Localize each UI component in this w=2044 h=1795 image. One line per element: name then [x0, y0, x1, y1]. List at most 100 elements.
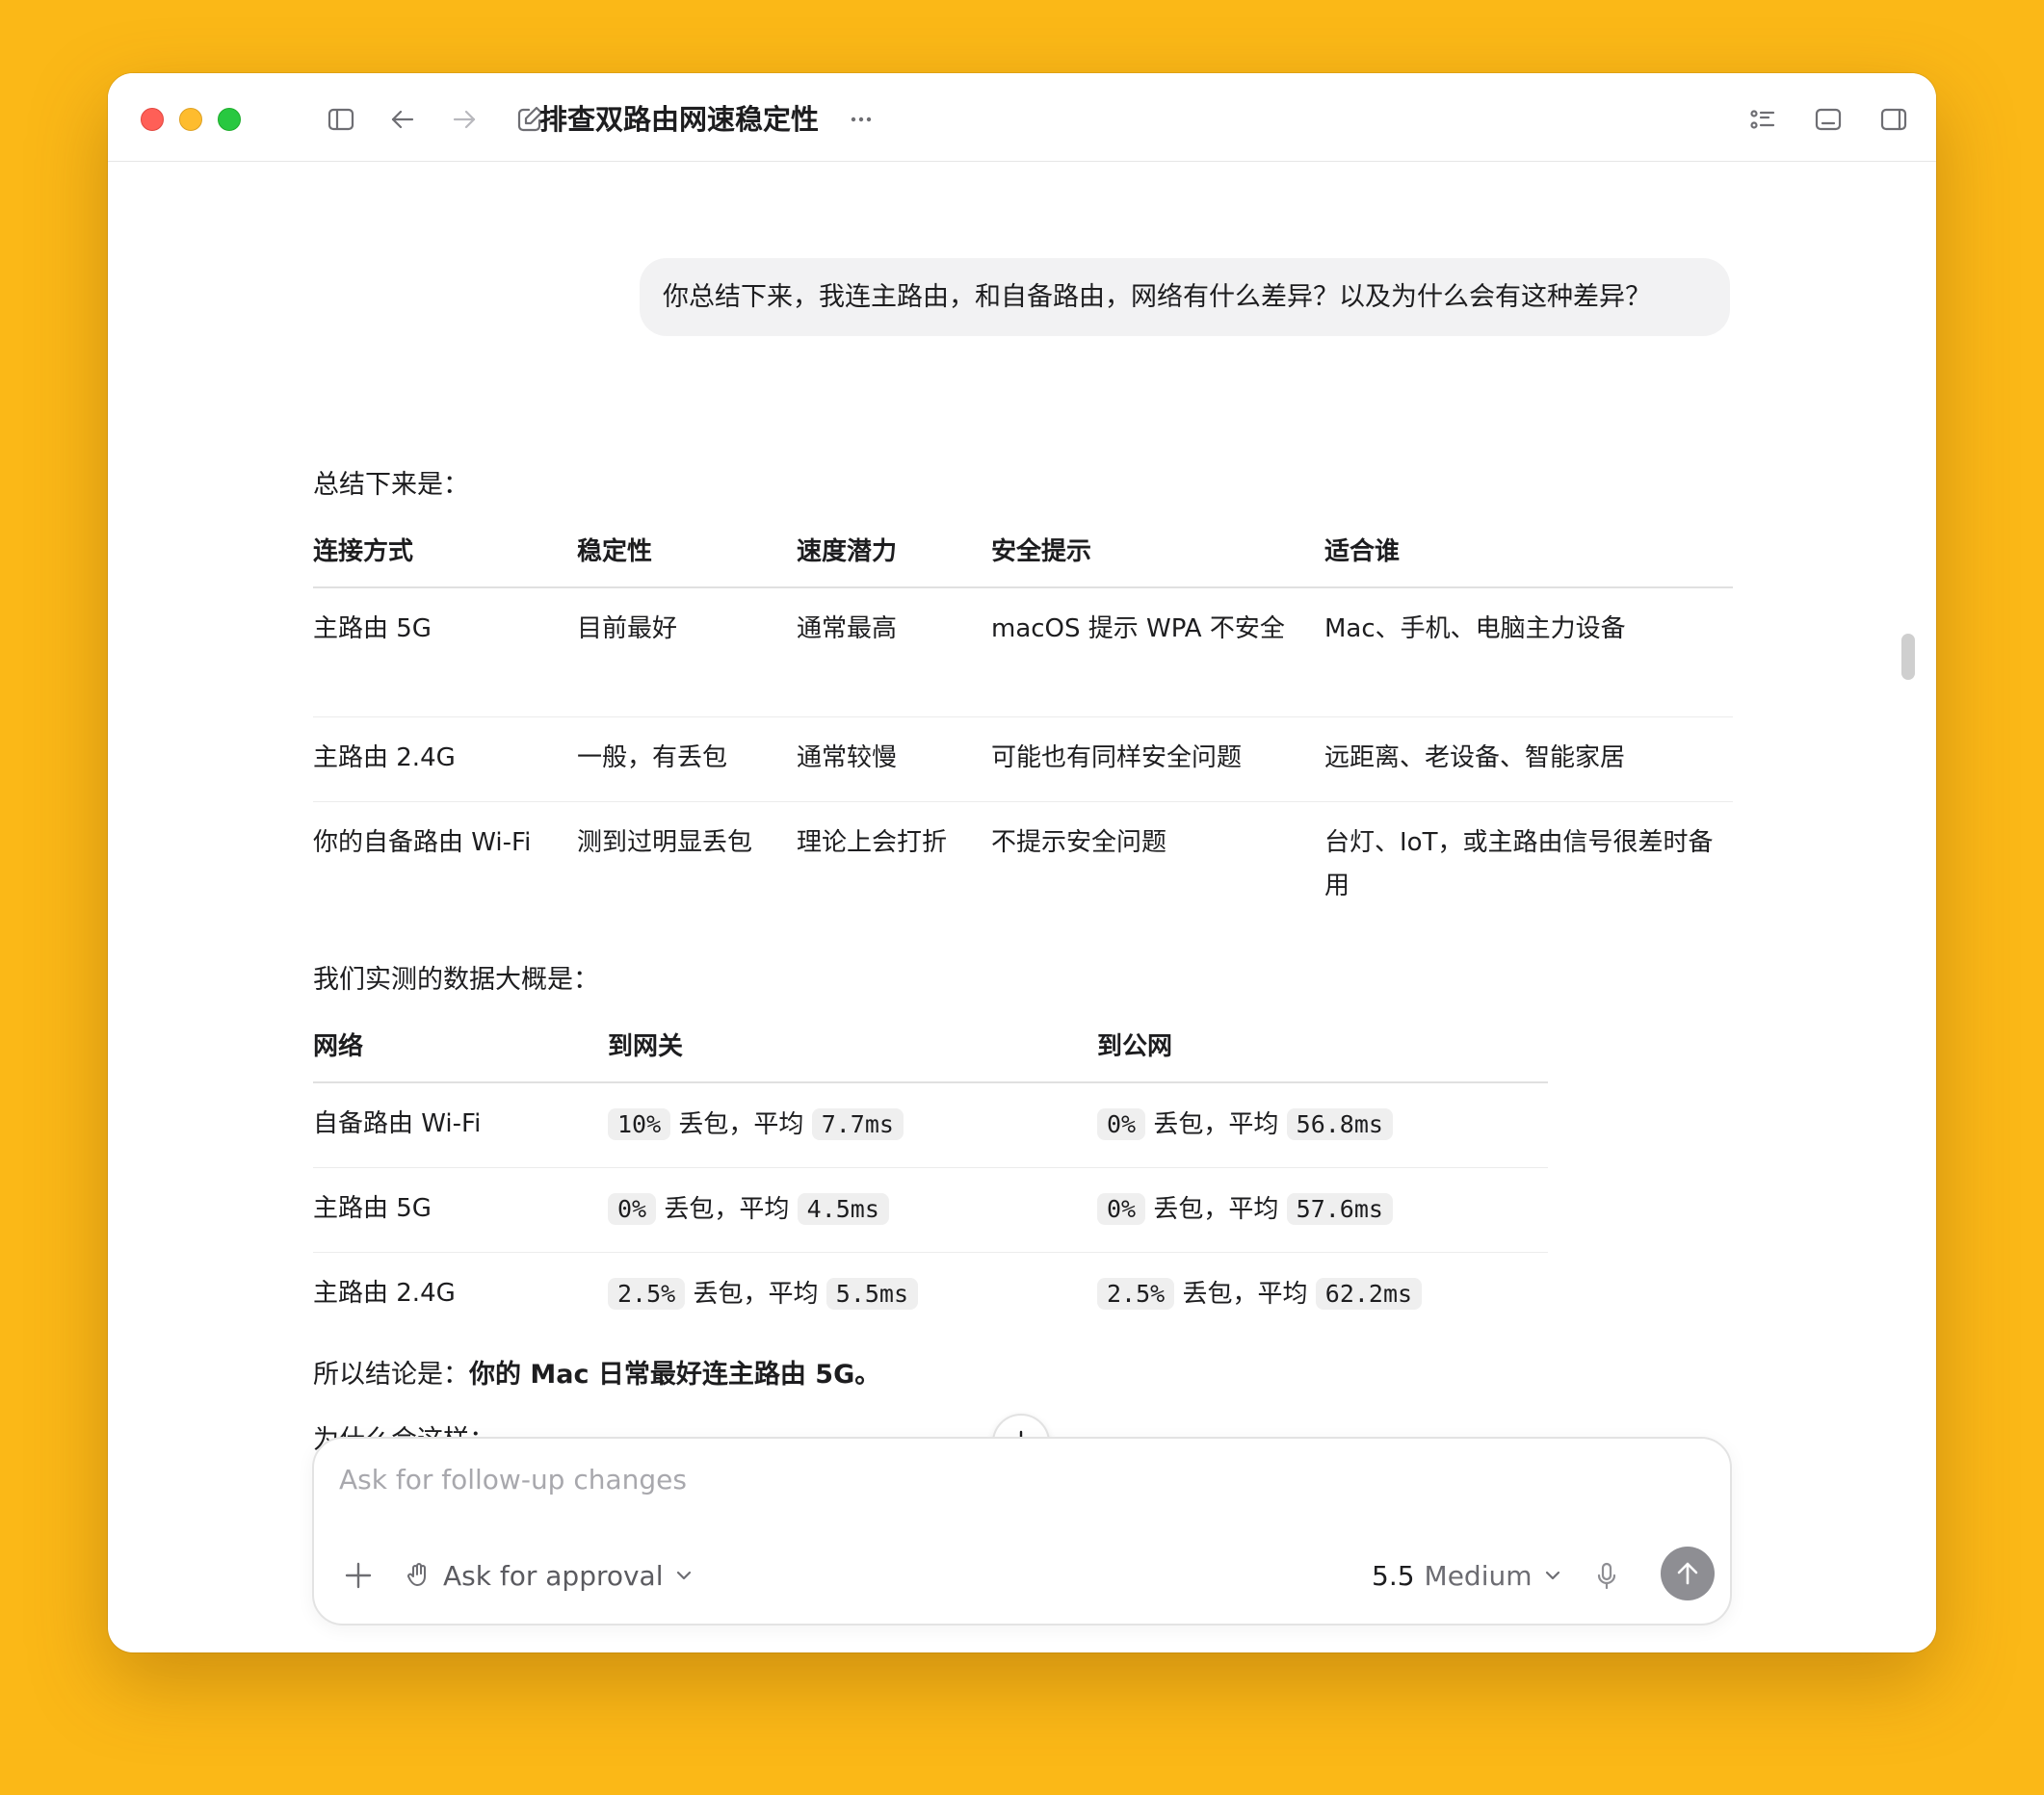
- table-cell: 2.5% 丢包，平均 5.5ms: [608, 1252, 1097, 1337]
- code-span: 5.5ms: [825, 1277, 919, 1310]
- checklist-button[interactable]: [1743, 100, 1782, 139]
- table-cell: 0% 丢包，平均 56.8ms: [1097, 1082, 1548, 1167]
- table-cell: 通常最高: [797, 614, 898, 643]
- table-row: 主路由 2.4G 2.5% 丢包，平均 5.5ms 2.5% 丢包，平均 62.…: [313, 1252, 1548, 1337]
- composer-toolbar: Ask for approval 5.5 Medium: [314, 1547, 1730, 1604]
- loss-label: 丢包，平均: [1153, 1110, 1279, 1139]
- code-span: 0%: [1097, 1192, 1146, 1225]
- measurement-table: 网络 到网关 到公网 自备路由 Wi-Fi 10% 丢包，平均 7.7ms 0%…: [313, 1019, 1548, 1337]
- approval-mode-dropdown[interactable]: Ask for approval: [405, 1554, 694, 1597]
- composer: Ask for follow-up changes Ask for approv…: [312, 1437, 1732, 1626]
- table-cell: 自备路由 Wi-Fi: [313, 1109, 482, 1138]
- sidebar-icon: [328, 108, 354, 131]
- code-span: 10%: [608, 1108, 671, 1140]
- scrollbar-thumb[interactable]: [1901, 634, 1915, 680]
- hand-icon: [407, 1563, 426, 1586]
- table-cell: 通常较慢: [797, 742, 898, 772]
- table-header-cell: 连接方式: [313, 537, 414, 566]
- code-span: 56.8ms: [1286, 1108, 1393, 1140]
- loss-label: 丢包，平均: [664, 1194, 790, 1224]
- loss-label: 丢包，平均: [693, 1279, 819, 1309]
- model-tier: Medium: [1424, 1559, 1533, 1592]
- minimize-window-button[interactable]: [179, 108, 202, 131]
- table-cell: 主路由 2.4G: [313, 1278, 456, 1308]
- table-cell: 0% 丢包，平均 4.5ms: [608, 1167, 1097, 1252]
- attach-button[interactable]: [339, 1556, 378, 1595]
- more-options-button[interactable]: [842, 100, 880, 139]
- user-message-bubble: 你总结下来，我连主路由，和自备路由，网络有什么差异？以及为什么会有这种差异？: [640, 258, 1730, 336]
- arrow-up-icon: [1677, 1562, 1698, 1585]
- send-button[interactable]: [1661, 1547, 1715, 1600]
- table-cell: 台灯、IoT，或主路由信号很差时备用: [1324, 827, 1714, 900]
- plus-icon: [345, 1562, 372, 1589]
- table-cell: macOS 提示 WPA 不安全: [991, 614, 1285, 643]
- table-header-cell: 网络: [313, 1032, 364, 1061]
- comparison-table: 连接方式 稳定性 速度潜力 安全提示 适合谁 主路由 5G 目前最好 通常最高 …: [313, 524, 1733, 917]
- table-row: 主路由 2.4G 一般，有丢包 通常较慢 可能也有同样安全问题 远距离、老设备、…: [313, 716, 1733, 801]
- code-span: 57.6ms: [1286, 1192, 1393, 1225]
- table-cell: Mac、手机、电脑主力设备: [1324, 614, 1626, 643]
- conversation-area[interactable]: 你总结下来，我连主路由，和自备路由，网络有什么差异？以及为什么会有这种差异？ 总…: [108, 162, 1936, 1652]
- table-cell: 10% 丢包，平均 7.7ms: [608, 1082, 1097, 1167]
- bottom-panel-button[interactable]: [1809, 100, 1847, 139]
- code-span: 4.5ms: [797, 1192, 889, 1225]
- table-header-cell: 稳定性: [577, 537, 653, 566]
- table-cell: 主路由 5G: [313, 614, 432, 643]
- chevron-down-icon: [676, 1571, 691, 1580]
- table-row: 自备路由 Wi-Fi 10% 丢包，平均 7.7ms 0% 丢包，平均 56.8…: [313, 1082, 1548, 1167]
- table-cell: 你的自备路由 Wi-Fi: [313, 827, 532, 857]
- checklist-icon: [1750, 110, 1775, 129]
- conclusion-bold: 你的 Mac 日常最好连主路由 5G。: [469, 1360, 881, 1390]
- conclusion-prefix: 所以结论是：: [313, 1360, 469, 1390]
- back-button[interactable]: [383, 100, 422, 139]
- code-span: 0%: [608, 1192, 657, 1225]
- ellipsis-icon: [851, 117, 872, 122]
- code-span: 0%: [1097, 1108, 1146, 1140]
- zoom-window-button[interactable]: [218, 108, 241, 131]
- table-header-cell: 到公网: [1097, 1032, 1173, 1061]
- table-cell: 远距离、老设备、智能家居: [1324, 742, 1626, 772]
- approval-label: Ask for approval: [443, 1559, 664, 1592]
- table-header-cell: 速度潜力: [797, 537, 898, 566]
- table-header-cell: 适合谁: [1324, 537, 1401, 566]
- table-cell: 目前最好: [577, 614, 678, 643]
- chevron-down-icon: [1545, 1571, 1559, 1580]
- table-cell: 一般，有丢包: [577, 742, 728, 772]
- table-cell: 可能也有同样安全问题: [991, 742, 1243, 772]
- loss-label: 丢包，平均: [1182, 1279, 1308, 1309]
- table-row: 主路由 5G 0% 丢包，平均 4.5ms 0% 丢包，平均 57.6ms: [313, 1167, 1548, 1252]
- model-version: 5.5: [1372, 1559, 1415, 1592]
- close-window-button[interactable]: [141, 108, 164, 131]
- table-header-row: 网络 到网关 到公网: [313, 1019, 1548, 1082]
- table-cell: 理论上会打折: [797, 827, 948, 857]
- voice-input-button[interactable]: [1587, 1556, 1626, 1595]
- table-header-cell: 到网关: [608, 1032, 684, 1061]
- code-span: 62.2ms: [1315, 1277, 1423, 1310]
- code-span: 7.7ms: [811, 1108, 904, 1140]
- conversation-title[interactable]: 排查双路由网速稳定性: [539, 98, 819, 141]
- table-row: 你的自备路由 Wi-Fi 测到过明显丢包 理论上会打折 不提示安全问题 台灯、I…: [313, 801, 1733, 917]
- loss-label: 丢包，平均: [678, 1110, 804, 1139]
- arrow-left-icon: [391, 110, 414, 129]
- right-panel-button[interactable]: [1874, 100, 1913, 139]
- table-cell: 2.5% 丢包，平均 62.2ms: [1097, 1252, 1548, 1337]
- table-cell: 0% 丢包，平均 57.6ms: [1097, 1167, 1548, 1252]
- forward-button[interactable]: [445, 100, 484, 139]
- table-header-row: 连接方式 稳定性 速度潜力 安全提示 适合谁: [313, 524, 1733, 587]
- table-cell: 主路由 5G: [313, 1193, 432, 1223]
- message-input[interactable]: Ask for follow-up changes: [339, 1464, 687, 1496]
- code-span: 2.5%: [608, 1277, 686, 1310]
- table-cell: 不提示安全问题: [991, 827, 1167, 857]
- data-intro: 我们实测的数据大概是：: [313, 965, 599, 995]
- table-cell: 主路由 2.4G: [313, 742, 456, 772]
- model-selector[interactable]: 5.5 Medium: [1372, 1554, 1563, 1597]
- panel-bottom-icon: [1815, 108, 1842, 131]
- microphone-icon: [1597, 1562, 1616, 1590]
- sidebar-toggle-button[interactable]: [322, 100, 360, 139]
- app-window: 排查双路由网速稳定性 你总结下来，我连主路由，和自备路由，网络有什么差异？以及为…: [108, 73, 1936, 1652]
- arrow-right-icon: [453, 110, 476, 129]
- loss-label: 丢包，平均: [1153, 1194, 1279, 1224]
- table-row: 主路由 5G 目前最好 通常最高 macOS 提示 WPA 不安全 Mac、手机…: [313, 587, 1733, 716]
- title-bar: 排查双路由网速稳定性: [108, 73, 1936, 162]
- table-cell: 测到过明显丢包: [577, 827, 753, 857]
